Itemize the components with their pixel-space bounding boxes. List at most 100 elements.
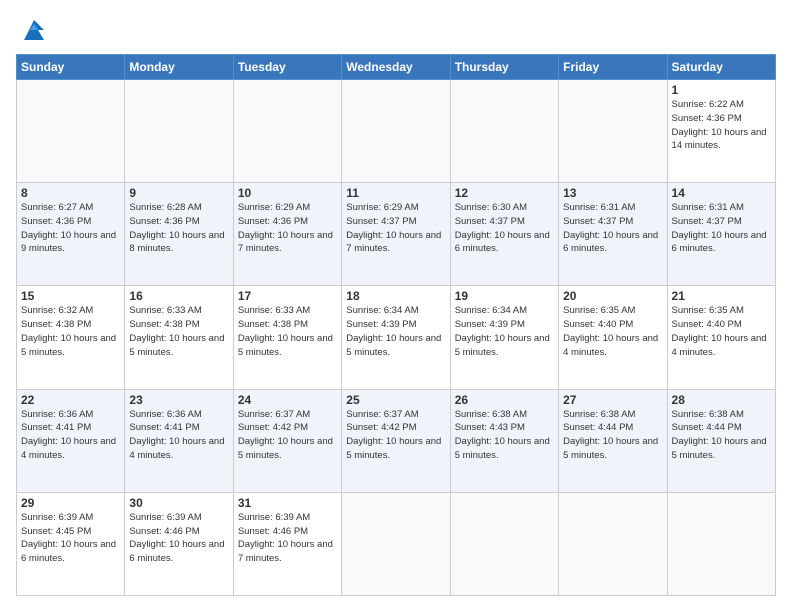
calendar-cell: 26Sunrise: 6:38 AMSunset: 4:43 PMDayligh… — [450, 389, 558, 492]
day-number: 13 — [563, 186, 662, 200]
calendar-cell: 9Sunrise: 6:28 AMSunset: 4:36 PMDaylight… — [125, 183, 233, 286]
weekday-header: Saturday — [667, 55, 775, 80]
calendar-cell — [233, 80, 341, 183]
sunset: Sunset: 4:38 PM — [129, 319, 199, 330]
calendar-cell: 29Sunrise: 6:39 AMSunset: 4:45 PMDayligh… — [17, 492, 125, 595]
daylight: Daylight: 10 hours and 8 minutes. — [129, 230, 224, 255]
day-info: Sunrise: 6:34 AMSunset: 4:39 PMDaylight:… — [455, 304, 554, 359]
sunset: Sunset: 4:36 PM — [672, 113, 742, 124]
daylight: Daylight: 10 hours and 7 minutes. — [238, 230, 333, 255]
day-info: Sunrise: 6:31 AMSunset: 4:37 PMDaylight:… — [672, 201, 771, 256]
day-info: Sunrise: 6:33 AM Sunset: 4:38 PM Daylight:… — [238, 304, 337, 359]
weekday-header: Monday — [125, 55, 233, 80]
sunset: Sunset: 4:45 PM — [21, 526, 91, 537]
calendar-page: SundayMondayTuesdayWednesdayThursdayFrid… — [0, 0, 792, 612]
calendar-cell: 30Sunrise: 6:39 AMSunset: 4:46 PMDayligh… — [125, 492, 233, 595]
daylight: Daylight: 10 hours and 5 minutes. — [455, 436, 550, 461]
calendar-cell — [450, 492, 558, 595]
calendar-cell: 28Sunrise: 6:38 AMSunset: 4:44 PMDayligh… — [667, 389, 775, 492]
sunrise: Sunrise: 6:35 AM — [563, 305, 635, 316]
header — [16, 16, 776, 44]
day-number: 9 — [129, 186, 228, 200]
sunrise: Sunrise: 6:22 AM — [672, 99, 744, 110]
calendar-cell: 19Sunrise: 6:34 AMSunset: 4:39 PMDayligh… — [450, 286, 558, 389]
calendar-cell — [667, 492, 775, 595]
daylight: Daylight: 10 hours and 5 minutes. — [455, 333, 550, 358]
calendar-week-row: 8Sunrise: 6:27 AMSunset: 4:36 PMDaylight… — [17, 183, 776, 286]
day-number: 18 — [346, 289, 445, 303]
weekday-header: Sunday — [17, 55, 125, 80]
day-info: Sunrise: 6:34 AMSunset: 4:39 PMDaylight:… — [346, 304, 445, 359]
day-number: 15 — [21, 289, 120, 303]
calendar-cell — [450, 80, 558, 183]
sunset: Sunset: 4:44 PM — [563, 422, 633, 433]
day-info: Sunrise: 6:29 AM Sunset: 4:36 PM Daylight:… — [238, 201, 337, 256]
weekday-header-row: SundayMondayTuesdayWednesdayThursdayFrid… — [17, 55, 776, 80]
daylight: Daylight: 10 hours and 5 minutes. — [563, 436, 658, 461]
day-number: 11 — [346, 186, 445, 200]
sunset: Sunset: 4:36 PM — [238, 216, 308, 227]
day-number: 19 — [455, 289, 554, 303]
calendar-week-row: 15 Sunrise: 6:32 AM Sunset: 4:38 PM Dayligh… — [17, 286, 776, 389]
calendar-cell — [17, 80, 125, 183]
daylight: Daylight: 10 hours and 5 minutes. — [346, 436, 441, 461]
calendar-cell: 31Sunrise: 6:39 AMSunset: 4:46 PMDayligh… — [233, 492, 341, 595]
sunrise: Sunrise: 6:28 AM — [129, 202, 201, 213]
daylight: Daylight: 10 hours and 6 minutes. — [129, 539, 224, 564]
calendar-cell: 25Sunrise: 6:37 AMSunset: 4:42 PMDayligh… — [342, 389, 450, 492]
weekday-header: Thursday — [450, 55, 558, 80]
sunrise: Sunrise: 6:35 AM — [672, 305, 744, 316]
calendar-cell: 11Sunrise: 6:29 AMSunset: 4:37 PMDayligh… — [342, 183, 450, 286]
day-number: 28 — [672, 393, 771, 407]
calendar-week-row: 1Sunrise: 6:22 AMSunset: 4:36 PMDaylight… — [17, 80, 776, 183]
sunset: Sunset: 4:37 PM — [563, 216, 633, 227]
daylight: Daylight: 10 hours and 5 minutes. — [672, 436, 767, 461]
calendar-cell — [125, 80, 233, 183]
calendar-cell: 17Sunrise: 6:33 AMSunset: 4:38 PMDayligh… — [233, 286, 341, 389]
sunrise: Sunrise: 6:34 AM — [346, 305, 418, 316]
sunrise: Sunrise: 6:31 AM — [672, 202, 744, 213]
day-number: 31 — [238, 496, 337, 510]
daylight: Daylight: 10 hours and 4 minutes. — [672, 333, 767, 358]
day-info: Sunrise: 6:37 AM Sunset: 4:42 PM Daylight:… — [346, 408, 445, 463]
sunrise: Sunrise: 6:38 AM — [455, 409, 527, 420]
sunset: Sunset: 4:41 PM — [129, 422, 199, 433]
sunrise: Sunrise: 6:29 AM — [238, 202, 310, 213]
weekday-header: Tuesday — [233, 55, 341, 80]
day-info: Sunrise: 6:30 AMSunset: 4:37 PMDaylight:… — [455, 201, 554, 256]
day-number: 8 — [21, 186, 120, 200]
sunset: Sunset: 4:42 PM — [238, 422, 308, 433]
sunset: Sunset: 4:42 PM — [346, 422, 416, 433]
daylight: Daylight: 10 hours and 7 minutes. — [346, 230, 441, 255]
sunset: Sunset: 4:38 PM — [238, 319, 308, 330]
day-info: Sunrise: 6:27 AMSunset: 4:36 PMDaylight:… — [21, 201, 120, 256]
sunset: Sunset: 4:40 PM — [672, 319, 742, 330]
sunrise: Sunrise: 6:37 AM — [346, 409, 418, 420]
daylight: Daylight: 10 hours and 6 minutes. — [21, 539, 116, 564]
calendar-cell: 20Sunrise: 6:35 AMSunset: 4:40 PMDayligh… — [559, 286, 667, 389]
sunset: Sunset: 4:46 PM — [238, 526, 308, 537]
day-info: Sunrise: 6:36 AMSunset: 4:41 PMDaylight:… — [21, 408, 120, 463]
day-number: 23 — [129, 393, 228, 407]
daylight: Daylight: 10 hours and 7 minutes. — [238, 539, 333, 564]
sunrise: Sunrise: 6:33 AM — [238, 305, 310, 316]
daylight: Daylight: 10 hours and 5 minutes. — [238, 333, 333, 358]
calendar-week-row: 29Sunrise: 6:39 AMSunset: 4:45 PMDayligh… — [17, 492, 776, 595]
daylight: Daylight: 10 hours and 6 minutes. — [455, 230, 550, 255]
sunrise: Sunrise: 6:39 AM — [21, 512, 93, 523]
calendar-cell: 8Sunrise: 6:27 AMSunset: 4:36 PMDaylight… — [17, 183, 125, 286]
day-number: 22 — [21, 393, 120, 407]
daylight: Daylight: 10 hours and 4 minutes. — [129, 436, 224, 461]
day-info: Sunrise: 6:39 AM Sunset: 4:45 PM Daylight:… — [21, 511, 120, 566]
day-number: 26 — [455, 393, 554, 407]
day-number: 27 — [563, 393, 662, 407]
sunrise: Sunrise: 6:32 AM — [21, 305, 93, 316]
sunrise: Sunrise: 6:29 AM — [346, 202, 418, 213]
calendar-cell — [342, 80, 450, 183]
sunset: Sunset: 4:39 PM — [455, 319, 525, 330]
calendar-cell: 21Sunrise: 6:35 AMSunset: 4:40 PMDayligh… — [667, 286, 775, 389]
daylight: Daylight: 10 hours and 6 minutes. — [563, 230, 658, 255]
day-info: Sunrise: 6:35 AMSunset: 4:40 PMDaylight:… — [563, 304, 662, 359]
day-number: 14 — [672, 186, 771, 200]
weekday-header: Friday — [559, 55, 667, 80]
